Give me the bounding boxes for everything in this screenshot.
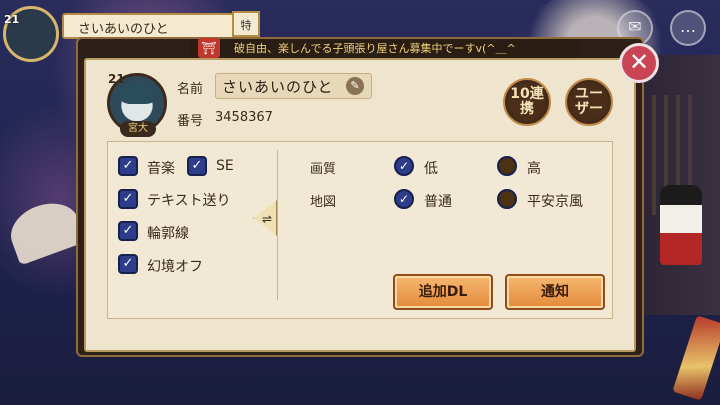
profile-level: 21 <box>108 72 125 86</box>
id-label: 番号 <box>177 114 204 129</box>
quality-high-radio[interactable] <box>497 156 517 176</box>
avatar-hair <box>120 82 156 104</box>
hud-player-name: さいあいのひと <box>62 13 242 39</box>
music-label: 音楽 <box>147 161 175 177</box>
illusion-off-label: 幻境オフ <box>147 259 203 275</box>
hud-level: 21 <box>4 13 20 26</box>
se-label: SE <box>216 158 234 174</box>
text-advance-label: テキスト送り <box>147 193 231 209</box>
hud-tag: 特 <box>232 11 260 37</box>
ticker-banner: 破自由、楽しんでる子頭張り屋さん募集中でーすv(^＿^ <box>190 39 580 59</box>
map-normal-radio[interactable]: ✓ <box>394 189 414 209</box>
outline-label: 輪郭線 <box>147 226 189 242</box>
link-button[interactable]: 10連 携 <box>503 78 551 126</box>
illusion-off-checkbox[interactable]: ✓ <box>118 254 138 274</box>
settings-divider <box>277 150 278 300</box>
map-heian-radio[interactable] <box>497 189 517 209</box>
quality-low-label: 低 <box>424 161 438 177</box>
add-dl-button[interactable]: 追加DL <box>393 274 493 310</box>
text-advance-checkbox[interactable]: ✓ <box>118 189 138 209</box>
shrine-maiden-character <box>660 185 702 265</box>
quality-label: 画質 <box>310 162 337 177</box>
notify-button[interactable]: 通知 <box>505 274 605 310</box>
map-label: 地図 <box>310 195 337 210</box>
pencil-icon[interactable]: ✎ <box>346 77 364 95</box>
close-icon[interactable]: ✕ <box>619 43 659 83</box>
id-value: 3458367 <box>215 110 273 125</box>
outline-checkbox[interactable]: ✓ <box>118 221 138 241</box>
torii-icon: ⛩ <box>198 38 220 58</box>
music-checkbox[interactable]: ✓ <box>118 156 138 176</box>
quality-low-radio[interactable]: ✓ <box>394 156 414 176</box>
role-badge: 宮大 <box>120 121 156 137</box>
quality-high-label: 高 <box>527 161 541 177</box>
se-checkbox[interactable]: ✓ <box>187 156 207 176</box>
user-button[interactable]: ユー ザー <box>565 78 613 126</box>
map-heian-label: 平安京風 <box>527 194 583 210</box>
chat-icon[interactable]: … <box>670 10 706 46</box>
map-normal-label: 普通 <box>424 194 452 210</box>
name-label: 名前 <box>177 82 204 97</box>
